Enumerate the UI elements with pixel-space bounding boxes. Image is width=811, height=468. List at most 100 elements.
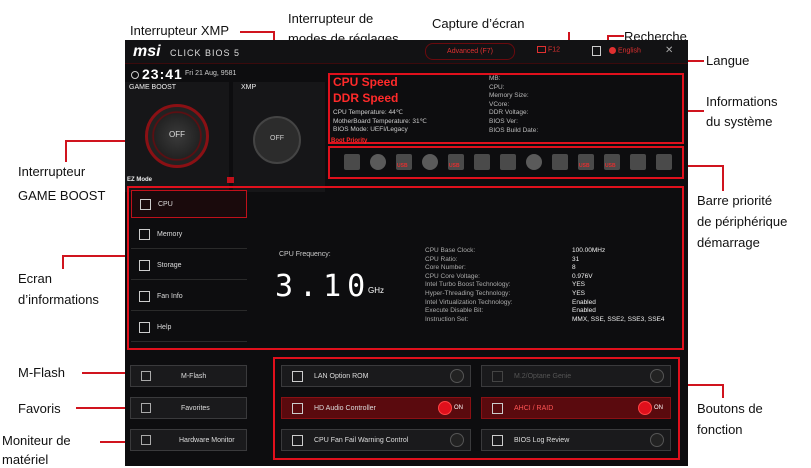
callout-mode-switch-line1: Interrupteur de: [288, 11, 374, 26]
function-label: CPU Fan Fail Warning Control: [314, 437, 409, 444]
ez-menu-item-memory[interactable]: Memory: [131, 221, 247, 249]
boot-device-disc-icon[interactable]: [526, 154, 542, 170]
hardware-monitor-button[interactable]: Hardware Monitor: [130, 429, 247, 451]
game-boost-state: OFF: [169, 130, 185, 139]
cpu-spec-key: Hyper-Threading Technology:: [425, 289, 511, 297]
boot-device-disk-icon[interactable]: [500, 154, 516, 170]
language-button[interactable]: English: [609, 47, 641, 54]
callout-boot-priority: Barre priorité de périphérique démarrage: [697, 192, 787, 251]
search-icon[interactable]: [592, 46, 601, 56]
boot-priority-label: Boot Priority: [331, 138, 368, 144]
callout-xmp-switch: Interrupteur XMP: [130, 23, 229, 38]
line-info-v: [62, 255, 64, 269]
boot-device-card-icon[interactable]: [474, 154, 490, 170]
cpu-spec-value: YES: [572, 289, 586, 297]
function-icon: [492, 435, 503, 446]
favorites-button[interactable]: Favorites: [130, 397, 247, 419]
close-icon[interactable]: ✕: [665, 45, 673, 56]
globe-icon: [609, 47, 616, 54]
cpu-spec-value: Enabled: [572, 298, 596, 306]
function-icon: [292, 371, 303, 382]
function-toggle[interactable]: [450, 433, 464, 447]
boot-device-disk-icon[interactable]: [344, 154, 360, 170]
sys-info-label: MB:: [489, 75, 501, 82]
screenshot-button[interactable]: F12: [537, 46, 560, 53]
function-icon: [492, 371, 503, 382]
mode-switch[interactable]: Advanced (F7): [425, 43, 515, 60]
function-button-ahci-raid[interactable]: ON AHCI / RAID: [481, 397, 671, 419]
callout-gameboost: Interrupteur GAME BOOST: [18, 163, 105, 204]
boot-device-usb-icon[interactable]: USB: [578, 154, 594, 170]
cpu-spec-key: Instruction Set:: [425, 315, 469, 323]
boot-device-usb-icon[interactable]: USB: [396, 154, 412, 170]
function-button-lan-option-rom[interactable]: LAN Option ROM: [281, 365, 471, 387]
cpu-spec-row: Instruction Set: MMX, SSE, SSE2, SSE3, SS…: [425, 316, 670, 325]
line-gameboost-v: [65, 140, 67, 162]
cpu-temperature: CPU Temperature: 44℃: [333, 109, 404, 116]
function-button-cpu-fan-fail-warning-control[interactable]: CPU Fan Fail Warning Control: [281, 429, 471, 451]
function-button-m-2-optane-genie[interactable]: M.2/Optane Genie: [481, 365, 671, 387]
click-bios-title: CLICK BIOS 5: [170, 48, 241, 58]
xmp-panel: XMP OFF: [233, 82, 325, 192]
game-boost-knob[interactable]: OFF: [145, 104, 209, 168]
m-flash-icon: [141, 371, 151, 381]
callout-screenshot: Capture d’écran: [432, 16, 525, 31]
function-label: LAN Option ROM: [314, 373, 369, 380]
boot-device-usb-icon[interactable]: USB: [604, 154, 620, 170]
boot-device-disk-icon[interactable]: [552, 154, 568, 170]
function-toggle[interactable]: [438, 401, 452, 415]
xmp-knob[interactable]: OFF: [253, 116, 301, 164]
ez-menu-item-cpu[interactable]: CPU: [131, 190, 247, 218]
boot-device-card-icon[interactable]: [630, 154, 646, 170]
function-toggle[interactable]: [638, 401, 652, 415]
boot-device-disc-icon[interactable]: [422, 154, 438, 170]
sys-labels: MB: CPU: Memory Size: VCore: DDR Voltage: BIO…: [489, 75, 538, 135]
boot-device-usb-icon[interactable]: USB: [448, 154, 464, 170]
ez-menu-label: Memory: [157, 231, 183, 238]
cpu-spec-row: Execute Disable Bit: Enabled: [425, 307, 670, 316]
boot-device-disc-icon[interactable]: [370, 154, 386, 170]
ez-menu-item-fan-info[interactable]: Fan Info: [131, 283, 247, 311]
callout-sysinfo: Informations du système: [706, 93, 778, 130]
cpu-speed: CPU Speed: [333, 75, 398, 89]
cpu-spec-row: CPU Base Clock: 100.00MHz: [425, 247, 670, 256]
cpu-spec-value: 8: [572, 264, 576, 272]
function-icon: [492, 403, 503, 414]
callout-hwmon: Moniteur de matériel: [2, 432, 71, 468]
usb-label: USB: [449, 163, 460, 169]
camera-icon: [537, 46, 546, 53]
ez-menu-label: Help: [157, 324, 172, 331]
boot-device-disk-icon[interactable]: [656, 154, 672, 170]
hardware-monitor-icon: [141, 435, 151, 445]
function-toggle[interactable]: [650, 433, 664, 447]
callout-gameboost-line2: GAME BOOST: [18, 188, 106, 203]
function-icon: [292, 435, 303, 446]
function-icon: [292, 403, 303, 414]
callout-info-screen: Ecran d’informations: [18, 270, 99, 308]
sys-info-label: VCore:: [489, 100, 510, 108]
cpu-spec-value: 31: [572, 255, 580, 263]
game-boost-panel: GAME BOOST OFF: [125, 82, 229, 192]
ddr-speed: DDR Speed: [333, 91, 399, 105]
line-info: [62, 255, 126, 257]
toggle-on-label: ON: [454, 405, 463, 411]
favorites-icon: [141, 403, 151, 413]
usb-label: USB: [397, 163, 408, 169]
toggle-on-label: ON: [654, 405, 663, 411]
help-icon: [139, 322, 150, 333]
cpu-spec-value: YES: [572, 281, 586, 289]
function-button-hd-audio-controller[interactable]: ON HD Audio Controller: [281, 397, 471, 419]
ez-menu-item-help[interactable]: Help: [131, 314, 247, 342]
cpu-spec-row: Intel Turbo Boost Technology: YES: [425, 281, 670, 290]
ez-menu-item-storage[interactable]: Storage: [131, 252, 247, 280]
fan-icon: [139, 291, 150, 302]
cpu-spec-value: 100.00MHz: [572, 247, 606, 254]
function-toggle[interactable]: [450, 369, 464, 383]
boot-priority-bar[interactable]: USB USB USB USB: [328, 146, 684, 179]
line-xmp: [240, 31, 274, 33]
callout-sysinfo-line1: Informations: [706, 94, 778, 109]
function-toggle[interactable]: [650, 369, 664, 383]
m-flash-button[interactable]: M-Flash: [130, 365, 247, 387]
cpu-spec-row: Intel Virtualization Technology: Enabled: [425, 299, 670, 308]
function-button-bios-log-review[interactable]: BIOS Log Review: [481, 429, 671, 451]
